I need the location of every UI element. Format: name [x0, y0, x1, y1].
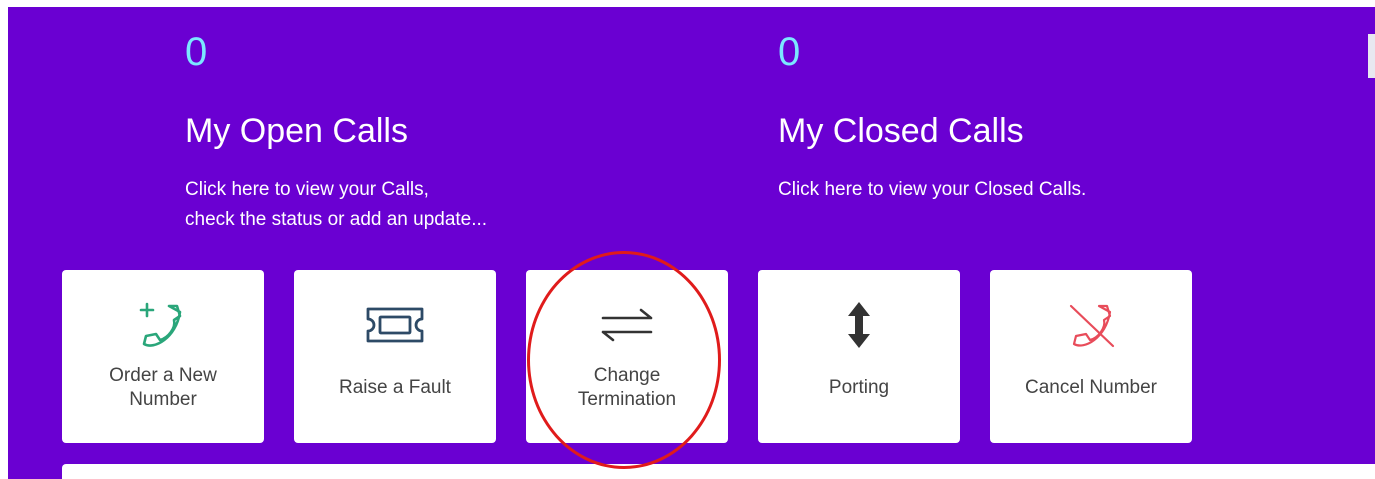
order-new-number-tile[interactable]: Order a New Number: [62, 270, 264, 443]
closed-calls-description: Click here to view your Closed Calls.: [778, 175, 1086, 205]
porting-tile[interactable]: Porting: [758, 270, 960, 443]
open-calls-description: Click here to view your Calls, check the…: [185, 175, 487, 235]
raise-fault-label: Raise a Fault: [339, 376, 451, 398]
vertical-arrows-icon: [844, 300, 874, 350]
closed-calls-desc-line-1: Click here to view your Closed Calls.: [778, 179, 1087, 200]
open-calls-title: My Open Calls: [185, 112, 408, 150]
raise-fault-tile[interactable]: Raise a Fault: [294, 270, 496, 443]
open-calls-desc-line-1: Click here to view your Calls,: [185, 179, 429, 200]
cancel-number-tile[interactable]: Cancel Number: [990, 270, 1192, 443]
cancel-number-label: Cancel Number: [1025, 376, 1157, 398]
change-termination-tile[interactable]: Change Termination: [526, 270, 728, 443]
content-panel: [62, 464, 1375, 479]
closed-calls-card[interactable]: 0 My Closed Calls Click here to view you…: [778, 32, 1086, 205]
ticket-icon: [362, 300, 428, 350]
porting-label: Porting: [828, 376, 890, 398]
edge-marker: [1368, 34, 1375, 78]
closed-calls-title: My Closed Calls: [778, 112, 1024, 150]
closed-calls-count: 0: [778, 30, 801, 74]
phone-plus-icon: [133, 300, 193, 350]
open-calls-count: 0: [185, 30, 208, 74]
order-new-number-label: Order a New Number: [109, 364, 217, 410]
open-calls-desc-line-2: check the status or add an update...: [185, 209, 488, 230]
swap-arrows-icon: [597, 300, 657, 350]
change-termination-label: Change Termination: [577, 364, 677, 410]
open-calls-card[interactable]: 0 My Open Calls Click here to view your …: [185, 32, 487, 235]
phone-slash-icon: [1061, 300, 1121, 350]
